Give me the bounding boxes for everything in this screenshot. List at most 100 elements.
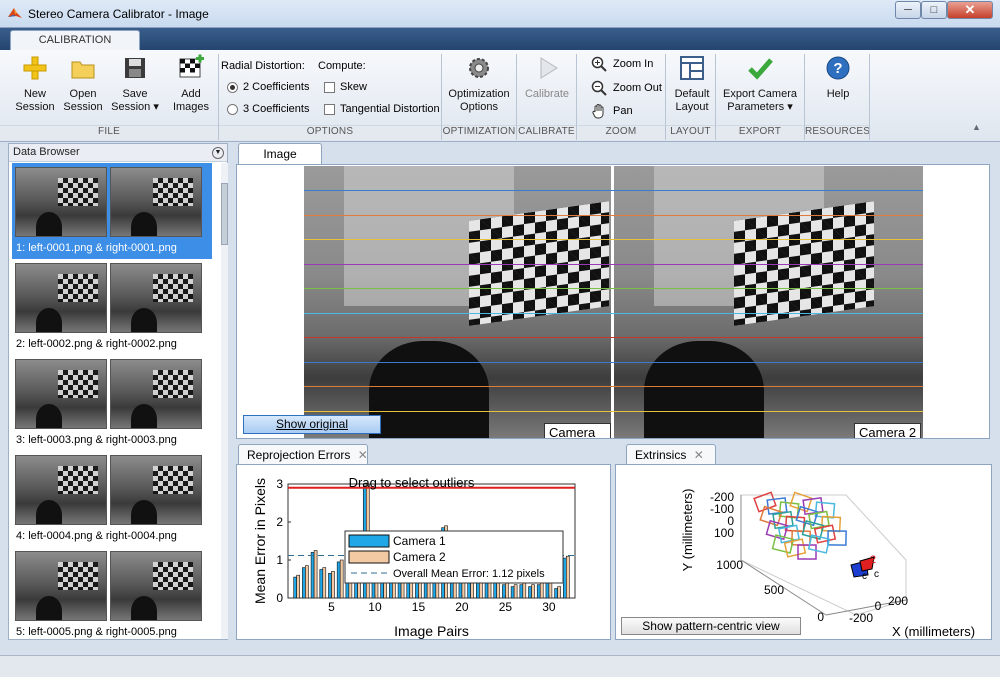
save-session-button[interactable]: Save Session ▾: [108, 54, 162, 114]
thumbnail-left-image: [15, 263, 107, 333]
close-tab-icon[interactable]: ✕: [694, 448, 704, 462]
bar-camera-1: [554, 588, 558, 599]
tab-extrinsics[interactable]: Extrinsics ✕: [626, 444, 716, 465]
bar-camera-1: [293, 576, 297, 599]
add-images-label-2: Images: [172, 101, 210, 113]
radio-selected-indicator[interactable]: [227, 81, 238, 93]
thumbnail-right-image: [110, 551, 202, 621]
layout-label-2: Layout: [675, 101, 709, 113]
svg-text:?: ?: [833, 60, 842, 77]
camera-label: c: [874, 569, 879, 580]
chair-silhouette: [644, 341, 764, 438]
axis-box: [740, 494, 907, 616]
scrollbar-thumb[interactable]: [221, 183, 228, 245]
minimize-button[interactable]: ─: [895, 1, 921, 19]
zoom-in-icon: [591, 56, 607, 72]
pan-button[interactable]: Pan: [591, 103, 633, 119]
maximize-button[interactable]: □: [921, 1, 947, 19]
chair-silhouette: [369, 341, 489, 438]
epipolar-line: [304, 312, 923, 314]
x-tick-label: -200: [849, 611, 873, 625]
list-item[interactable]: 1: left-0001.png & right-0001.png: [12, 163, 212, 259]
thumbnail-left-image: [15, 455, 107, 525]
zoom-out-button[interactable]: Zoom Out: [591, 80, 662, 96]
calibration-pattern-plane: [783, 538, 807, 558]
tab-image[interactable]: Image: [238, 143, 322, 164]
calibrate-button[interactable]: Calibrate: [520, 54, 574, 101]
checkerboard-pattern: [153, 370, 193, 398]
camera-label: 2: [870, 554, 876, 566]
export-camera-parameters-button[interactable]: Export Camera Parameters ▾: [720, 54, 800, 114]
list-item[interactable]: 2: left-0002.png & right-0002.png: [12, 259, 212, 355]
reprojection-chart[interactable]: 5 10 15 20 25 30 0 1 2 3 Image Pairs Mean Error in …: [237, 465, 610, 639]
data-browser-header: Data Browser ▼: [9, 144, 227, 162]
default-layout-button[interactable]: Default Layout: [669, 54, 715, 114]
show-pattern-centric-view-button[interactable]: Show pattern-centric view: [621, 617, 801, 635]
help-button[interactable]: ? Help: [812, 54, 864, 101]
open-session-label-2: Session: [63, 101, 103, 113]
bar-camera-1: [328, 573, 332, 599]
calibration-pattern-plane: [772, 510, 794, 530]
close-tab-icon[interactable]: ✕: [358, 448, 368, 462]
bar-camera-2: [339, 559, 344, 599]
bar-camera-2: [531, 584, 535, 599]
drag-hint-text: Drag to select outliers: [349, 475, 475, 490]
thumbnail-right-image: [110, 359, 202, 429]
list-item[interactable]: 5: left-0005.png & right-0005.png: [12, 547, 212, 643]
thumbnail-label: 4: left-0004.png & right-0004.png: [16, 530, 177, 542]
tangential-distortion-label: Tangential Distortion: [340, 103, 440, 115]
image-display-area: Camera 1 Camera 2: [236, 164, 990, 439]
group-label-file: FILE: [98, 126, 120, 137]
help-label: Help: [826, 88, 850, 100]
add-images-button[interactable]: Add Images: [168, 54, 214, 114]
optimization-options-button[interactable]: Optimization Options: [446, 54, 512, 114]
save-session-label-2: Session ▾: [111, 101, 159, 113]
open-session-button[interactable]: Open Session: [60, 54, 106, 114]
checkerboard-pattern: [58, 562, 98, 590]
bar-camera-2: [313, 550, 318, 599]
group-label-zoom: ZOOM: [605, 126, 637, 137]
show-original-button[interactable]: Show original: [243, 415, 381, 434]
tab-calibration[interactable]: CALIBRATION: [10, 30, 140, 50]
tangential-distortion-checkbox[interactable]: Tangential Distortion: [324, 103, 440, 115]
extrinsics-3d-plot[interactable]: 2c c-200-100010010005000 -2000 200Y (millim…: [616, 465, 991, 639]
radio-3-coefficients[interactable]: 3 Coefficients: [227, 103, 309, 115]
new-session-icon: [23, 56, 47, 80]
tab-reprojection-errors[interactable]: Reprojection Errors ✕: [238, 444, 368, 465]
optimization-label-2: Options: [460, 101, 498, 113]
new-session-button[interactable]: New Session: [12, 54, 58, 114]
save-session-label-1: Save: [122, 88, 148, 100]
bar-camera-1: [528, 586, 532, 599]
radio-3-coefficients-label: 3 Coefficients: [243, 103, 310, 115]
camera-1-image: Camera 1: [304, 166, 611, 438]
browser-scrollbar[interactable]: [221, 163, 228, 639]
thumbnail-right-image: [110, 263, 202, 333]
play-icon: [540, 57, 558, 79]
thumbnail-label: 1: left-0001.png & right-0001.png: [16, 242, 177, 254]
legend-label-camera-1: Camera 1: [393, 534, 446, 548]
list-item[interactable]: 4: left-0004.png & right-0004.png: [12, 451, 212, 547]
skew-checkbox[interactable]: Skew: [324, 81, 367, 93]
y-tick-label: 0: [276, 591, 283, 605]
checkbox-box[interactable]: [324, 103, 335, 115]
x-tick-label: 30: [542, 600, 556, 614]
checkbox-box[interactable]: [324, 81, 335, 93]
epipolar-line: [304, 288, 923, 289]
epipolar-line: [304, 410, 923, 412]
calibration-pattern-plane: [807, 534, 831, 554]
collapse-ribbon-icon[interactable]: ▲: [972, 122, 986, 132]
legend-swatch-camera-1: [348, 534, 390, 548]
close-window-button[interactable]: ✕: [947, 1, 993, 19]
browser-menu-icon[interactable]: ▼: [212, 147, 224, 159]
list-item[interactable]: 3: left-0003.png & right-0003.png: [12, 355, 212, 451]
radio-2-coefficients[interactable]: 2 Coefficients: [227, 81, 309, 93]
thumbnail-label: 3: left-0003.png & right-0003.png: [16, 434, 177, 446]
zoom-out-icon: [591, 80, 607, 96]
radio-indicator[interactable]: [227, 103, 238, 115]
pan-label: Pan: [613, 105, 633, 117]
zoom-in-button[interactable]: Zoom In: [591, 56, 653, 72]
save-disk-icon: [125, 58, 145, 78]
layout-label-1: Default: [674, 88, 710, 100]
x-tick-label: 25: [499, 600, 513, 614]
reprojection-errors-panel: 5 10 15 20 25 30 0 1 2 3 Image Pairs Mean Error in …: [236, 464, 611, 640]
